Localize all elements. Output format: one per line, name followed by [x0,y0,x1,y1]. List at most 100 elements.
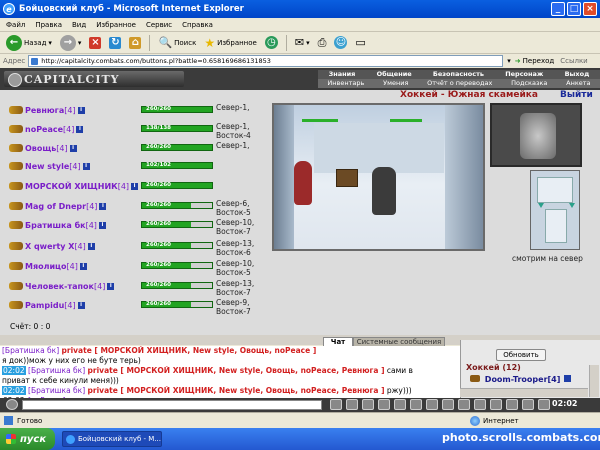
player-row[interactable]: Pampidu [4] i [9,298,85,312]
tab-chat[interactable]: Чат [323,337,353,346]
nav-communication[interactable]: Общение [377,70,412,79]
print-button[interactable]: ⎙ [316,34,329,52]
online-refresh-button[interactable]: Обновить [496,349,546,361]
nav-character[interactable]: Персонаж [505,70,543,79]
player-row[interactable]: Ревнюга [4] i [9,103,85,117]
player-name[interactable]: Человек-тапок [25,282,94,291]
chat-tool-icon[interactable] [490,399,502,410]
player-row[interactable]: Овощь [4] i [9,141,77,155]
close-button[interactable]: × [583,2,597,16]
nav-profile[interactable]: Анкета [566,79,590,88]
nav-skills[interactable]: Умения [383,79,408,88]
player-name[interactable]: МОРСКОЙ ХИЩНИК [25,182,118,191]
info-icon[interactable]: i [107,282,115,290]
menu-edit[interactable]: Правка [35,21,62,29]
chat-private-recipients[interactable]: private [ МОРСКОЙ ХИЩНИК, New style, Ово… [62,346,317,355]
chat-tool-icon[interactable] [538,399,550,410]
player-row[interactable]: X qwerty X [4] i [9,239,95,253]
online-scrollbar-horizontal[interactable] [460,388,588,397]
info-icon[interactable]: i [131,182,139,190]
info-icon[interactable]: i [76,125,84,133]
address-dropdown-icon[interactable]: ▾ [507,57,511,65]
player-name[interactable]: Овощь [25,144,56,153]
search-button[interactable]: 🔍 Поиск [156,34,198,52]
favorites-button[interactable]: ★ Избранное [202,34,259,52]
online-scrollbar-vertical[interactable] [589,365,599,397]
chat-tool-icon[interactable] [378,399,390,410]
chat-tool-icon[interactable] [506,399,518,410]
links-button[interactable]: Ссылки [560,57,588,65]
tab-system-messages[interactable]: Системные сообщения [353,337,445,346]
chat-nick[interactable]: [Братишка бк] [28,386,85,395]
minimap-arrow-icon[interactable] [538,203,544,208]
player-row[interactable]: Mag of Dnepr [4] i [9,199,107,213]
menu-tools[interactable]: Сервис [146,21,172,29]
minimap-arrow-icon[interactable] [569,203,575,208]
chat-tool-icon[interactable] [426,399,438,410]
chat-tool-icon[interactable] [442,399,454,410]
player-name[interactable]: Ревнюга [25,106,64,115]
info-icon[interactable]: i [98,221,106,229]
info-icon[interactable]: i [82,162,90,170]
player-name[interactable]: Mag of Dnepr [25,202,86,211]
chat-tool-icon[interactable] [394,399,406,410]
go-arrow-icon[interactable]: ➜ [515,57,521,65]
forward-button[interactable]: → ▾ [58,34,84,52]
player-row[interactable]: Мяолицо [4] i [9,259,87,273]
menu-help[interactable]: Справка [182,21,213,29]
player-name[interactable]: X qwerty X [25,242,74,251]
player-name[interactable]: Pampidu [25,301,64,310]
messenger-button[interactable]: ☺ [332,34,349,52]
stop-button[interactable]: × [87,34,103,52]
player-row[interactable]: Человек-тапок [4] i [9,279,115,293]
back-button[interactable]: ← Назад ▾ [4,34,54,52]
chat-private-recipients[interactable]: private [ МОРСКОЙ ХИЩНИК, New style, Ово… [88,366,385,375]
go-button[interactable]: Переход [523,57,555,65]
info-icon[interactable] [564,375,572,382]
info-icon[interactable]: i [77,106,85,114]
nav-inventory[interactable]: Инвентарь [327,79,364,88]
player-row[interactable]: New style [4] i [9,159,90,173]
home-button[interactable]: ⌂ [127,34,143,52]
online-user[interactable]: Doom-Trooper[4] [470,375,572,384]
chat-tool-icon[interactable] [474,399,486,410]
player-row[interactable]: noPeace [4] i [9,122,84,136]
smiley-icon[interactable] [6,399,18,410]
player-name[interactable]: noPeace [25,125,63,134]
online-user-name[interactable]: Doom-Trooper[4] [485,375,561,384]
info-icon[interactable]: i [87,242,95,250]
history-button[interactable]: ◷ [263,34,280,52]
nav-exit[interactable]: Выход [565,70,590,79]
chat-input[interactable] [22,400,322,410]
player-name[interactable]: New style [25,162,69,171]
chat-tool-icon[interactable] [346,399,358,410]
info-icon[interactable]: i [99,202,107,210]
info-icon[interactable]: i [69,144,77,152]
address-input[interactable]: http://capitalcity.combats.com/buttons.p… [28,55,504,67]
refresh-page-button[interactable]: ↻ [107,34,123,52]
menu-view[interactable]: Вид [72,21,86,29]
chat-tool-icon[interactable] [522,399,534,410]
menu-favorites[interactable]: Избранное [96,21,136,29]
exit-room-button[interactable]: Выйти [560,90,593,100]
nav-security[interactable]: Безопасность [433,70,484,79]
nav-hint[interactable]: Подсказка [511,79,547,88]
character-figure[interactable] [372,167,396,215]
info-icon[interactable]: i [77,301,85,309]
discuss-button[interactable]: ▭ [353,34,367,52]
character-figure[interactable] [294,161,312,205]
chat-tool-icon[interactable] [410,399,422,410]
chat-private-recipients[interactable]: private [ МОРСКОЙ ХИЩНИК, New style, Ово… [88,386,385,395]
chat-tool-icon[interactable] [458,399,470,410]
chat-nick[interactable]: [Братишка бк] [28,366,85,375]
menu-file[interactable]: Файл [6,21,25,29]
minimize-button[interactable]: _ [551,2,565,16]
maximize-button[interactable]: □ [567,2,581,16]
player-row[interactable]: МОРСКОЙ ХИЩНИК [4] i [9,179,139,193]
nav-transfers[interactable]: Отчёт о переводах [427,79,492,88]
info-icon[interactable]: i [79,262,87,270]
player-name[interactable]: Братишка бк [25,221,86,230]
player-name[interactable]: Мяолицо [25,262,66,271]
chest-object[interactable] [336,169,358,187]
mail-button[interactable]: ✉ ▾ [293,34,312,52]
